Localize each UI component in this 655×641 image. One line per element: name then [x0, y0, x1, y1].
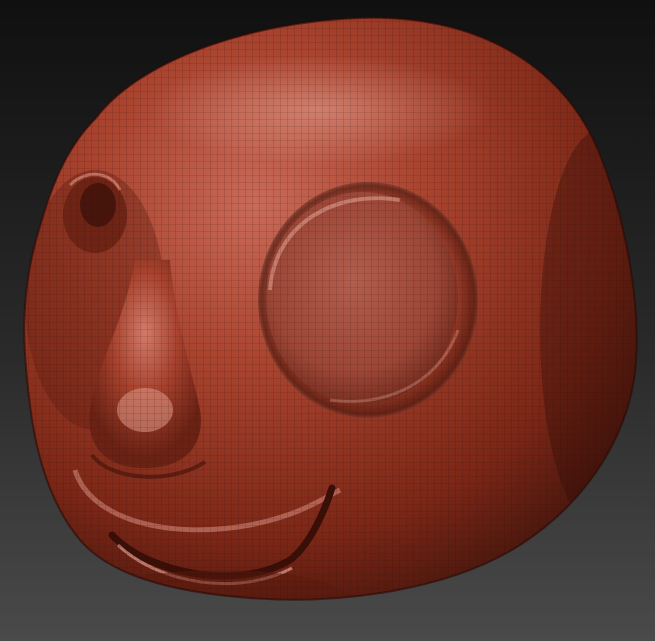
viewport-canvas[interactable] — [0, 0, 655, 641]
sculpt-viewport[interactable] — [0, 0, 655, 641]
